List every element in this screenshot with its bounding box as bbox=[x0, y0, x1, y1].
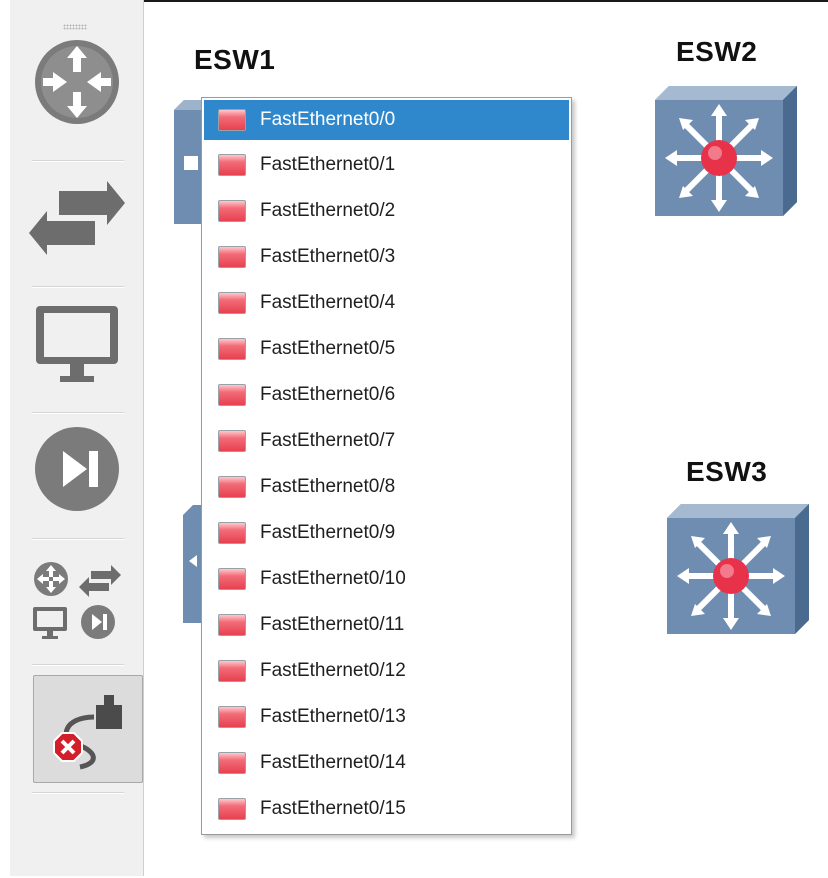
menu-item-interface[interactable]: FastEthernet0/15 bbox=[204, 789, 569, 829]
menu-item-interface[interactable]: FastEthernet0/8 bbox=[204, 467, 569, 507]
menu-item-interface[interactable]: FastEthernet0/0 bbox=[204, 100, 569, 140]
port-down-icon bbox=[218, 798, 246, 820]
menu-item-interface[interactable]: FastEthernet0/10 bbox=[204, 559, 569, 599]
all-devices-icon bbox=[33, 562, 121, 639]
switch-tool-button[interactable] bbox=[22, 162, 132, 272]
menu-item-interface[interactable]: FastEthernet0/9 bbox=[204, 513, 569, 553]
add-link-icon bbox=[53, 695, 122, 770]
interface-menu: FastEthernet0/0 FastEthernet0/1 FastEthe… bbox=[201, 97, 572, 835]
toolbar-separator bbox=[32, 792, 124, 794]
port-down-icon bbox=[218, 430, 246, 452]
router-icon bbox=[35, 40, 119, 124]
menu-item-interface[interactable]: FastEthernet0/3 bbox=[204, 237, 569, 277]
multilayer-switch-icon bbox=[667, 504, 809, 634]
end-device-icon bbox=[36, 306, 118, 382]
port-down-icon bbox=[218, 706, 246, 728]
port-down-icon bbox=[218, 200, 246, 222]
menu-item-interface[interactable]: FastEthernet0/7 bbox=[204, 421, 569, 461]
menu-item-interface[interactable]: FastEthernet0/14 bbox=[204, 743, 569, 783]
menu-item-interface[interactable]: FastEthernet0/4 bbox=[204, 283, 569, 323]
add-link-tool-button[interactable] bbox=[33, 675, 143, 783]
port-down-icon bbox=[218, 614, 246, 636]
port-down-icon bbox=[218, 476, 246, 498]
port-down-icon bbox=[218, 246, 246, 268]
port-down-icon bbox=[218, 752, 246, 774]
end-device-tool-button[interactable] bbox=[22, 288, 132, 398]
toolbar-separator bbox=[32, 538, 124, 540]
menu-item-interface[interactable]: FastEthernet0/6 bbox=[204, 375, 569, 415]
device-label-esw2: ESW2 bbox=[676, 36, 758, 67]
device-esw2[interactable] bbox=[655, 86, 797, 221]
port-down-icon bbox=[218, 522, 246, 544]
toolbar-separator bbox=[32, 664, 124, 666]
menu-item-interface[interactable]: FastEthernet0/12 bbox=[204, 651, 569, 691]
port-down-icon bbox=[218, 154, 246, 176]
menu-item-interface[interactable]: FastEthernet0/13 bbox=[204, 697, 569, 737]
all-devices-tool-button[interactable] bbox=[22, 545, 132, 655]
switch-icon bbox=[29, 181, 125, 255]
menu-item-interface[interactable]: FastEthernet0/2 bbox=[204, 191, 569, 231]
security-device-icon bbox=[35, 427, 119, 511]
device-esw3[interactable] bbox=[667, 504, 809, 639]
menu-item-interface[interactable]: FastEthernet0/11 bbox=[204, 605, 569, 645]
port-down-icon bbox=[218, 568, 246, 590]
menu-item-interface[interactable]: FastEthernet0/5 bbox=[204, 329, 569, 369]
port-down-icon bbox=[218, 292, 246, 314]
port-down-icon bbox=[218, 109, 246, 131]
router-tool-button[interactable] bbox=[22, 27, 132, 137]
port-down-icon bbox=[218, 338, 246, 360]
port-down-icon bbox=[218, 384, 246, 406]
device-label-esw3: ESW3 bbox=[686, 456, 768, 487]
menu-item-interface[interactable]: FastEthernet0/1 bbox=[204, 145, 569, 185]
multilayer-switch-icon bbox=[655, 86, 797, 216]
port-down-icon bbox=[218, 660, 246, 682]
device-label-esw1: ESW1 bbox=[194, 44, 276, 75]
device-toolbar bbox=[10, 0, 144, 876]
security-device-tool-button[interactable] bbox=[22, 414, 132, 524]
